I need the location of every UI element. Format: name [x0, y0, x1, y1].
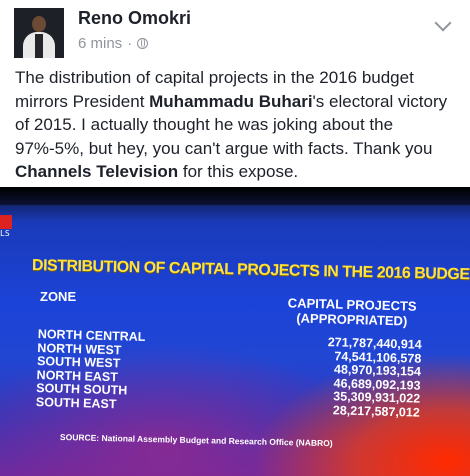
budget-table: NORTH CENTRAL 271,787,440,914 NORTH WEST 7…: [36, 327, 428, 419]
amount-cell: 28,217,587,012: [332, 402, 420, 420]
source-caption: SOURCE: National Assembly Budget and Res…: [59, 432, 333, 449]
avatar-head: [32, 16, 46, 32]
meta-separator: ·: [127, 35, 133, 52]
capital-projects-header: CAPITAL PROJECTS (APPROPRIATED): [272, 295, 433, 329]
mention-channels-television[interactable]: Channels Television: [15, 162, 178, 181]
globe-icon: [137, 38, 149, 49]
chevron-down-icon[interactable]: [434, 14, 452, 32]
post-text-part: for this expose.: [178, 162, 299, 181]
author-name[interactable]: Reno Omokri: [78, 8, 191, 29]
post-header: Reno Omokri 6 mins ·: [0, 0, 470, 64]
photo-title: DISTRIBUTION OF CAPITAL PROJECTS IN THE …: [31, 257, 470, 284]
avatar-shirt: [35, 34, 43, 58]
zone-header: ZONE: [40, 289, 77, 304]
post-text: The distribution of capital projects in …: [15, 66, 463, 184]
tv-top-bar: [0, 187, 470, 205]
mention-muhammadu-buhari[interactable]: Muhammadu Buhari: [149, 92, 312, 111]
post-photo[interactable]: LS DISTRIBUTION OF CAPITAL PROJECTS IN T…: [0, 187, 470, 476]
tv-edge-text: LS: [0, 229, 10, 238]
avatar[interactable]: [14, 8, 64, 58]
post-time[interactable]: 6 mins: [78, 35, 122, 52]
post-meta: 6 mins ·: [78, 35, 149, 52]
tv-red-tab: [0, 215, 12, 229]
zone-cell: SOUTH EAST: [35, 394, 117, 411]
